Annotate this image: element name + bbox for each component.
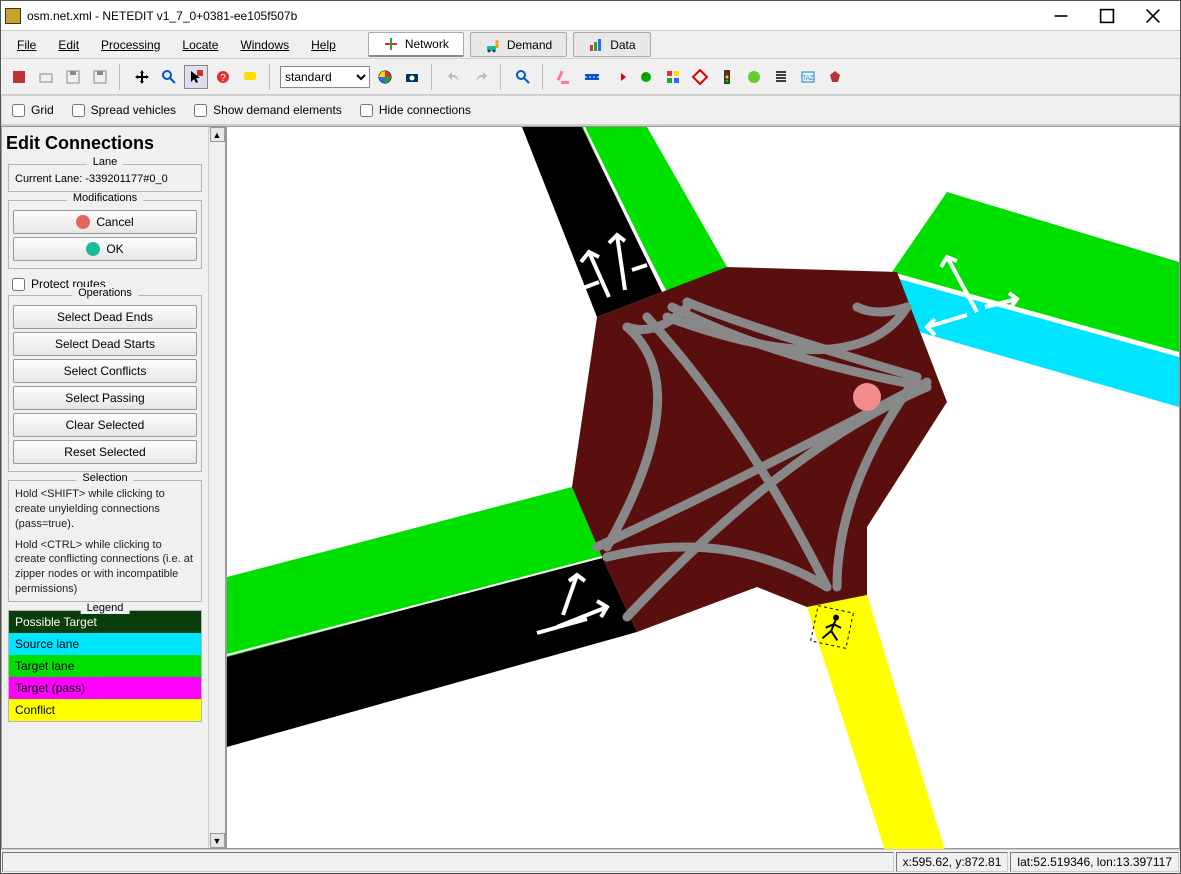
- move-mode-icon[interactable]: [130, 65, 154, 89]
- statusbar: x:595.62, y:872.81 lat:52.519346, lon:13…: [1, 849, 1180, 873]
- save-as-icon[interactable]: [88, 65, 112, 89]
- select-passing-button[interactable]: Select Passing: [13, 386, 197, 410]
- spread-vehicles-checkbox[interactable]: Spread vehicles: [72, 103, 176, 117]
- sidebar-scrollbar[interactable]: ▲ ▼: [208, 127, 225, 848]
- menu-edit[interactable]: Edit: [48, 34, 89, 56]
- open-network-icon[interactable]: [34, 65, 58, 89]
- legend-fieldset: Legend Possible Target Source lane Targe…: [8, 610, 202, 722]
- ok-button[interactable]: OK: [13, 237, 197, 261]
- scroll-down-icon[interactable]: ▼: [210, 833, 225, 848]
- legend-target-pass: Target (pass): [9, 677, 201, 699]
- tls-mode-icon[interactable]: [634, 65, 658, 89]
- undo-icon[interactable]: [442, 65, 466, 89]
- scroll-up-icon[interactable]: ▲: [210, 127, 225, 142]
- supermode-network[interactable]: Network: [368, 32, 464, 57]
- cancel-icon: [76, 215, 90, 229]
- menubar: File Edit Processing Locate Windows Help…: [1, 31, 1180, 59]
- menu-help[interactable]: Help: [301, 34, 346, 56]
- current-lane-label: Current Lane: -339201177#0_0: [13, 171, 197, 187]
- trafficlight-icon[interactable]: [715, 65, 739, 89]
- clear-selected-button[interactable]: Clear Selected: [13, 413, 197, 437]
- help-shift: Hold <SHIFT> while clicking to create un…: [13, 487, 197, 532]
- app-icon: [5, 8, 21, 24]
- network-canvas[interactable]: [226, 126, 1180, 849]
- supermode-data-label: Data: [610, 38, 635, 52]
- taz-mode-icon[interactable]: TAZ: [796, 65, 820, 89]
- cancel-button[interactable]: Cancel: [13, 210, 197, 234]
- supermode-demand[interactable]: Demand: [470, 32, 567, 57]
- lane-fieldset: Lane Current Lane: -339201177#0_0: [8, 164, 202, 192]
- prohibition-mode-icon[interactable]: [769, 65, 793, 89]
- ok-icon: [86, 242, 100, 256]
- modifications-fieldset: Modifications Cancel OK: [8, 200, 202, 269]
- additional-mode-icon[interactable]: [661, 65, 685, 89]
- minimize-button[interactable]: [1038, 1, 1084, 31]
- hide-connections-checkbox[interactable]: Hide connections: [360, 103, 471, 117]
- select-dead-starts-button[interactable]: Select Dead Starts: [13, 332, 197, 356]
- menu-windows[interactable]: Windows: [230, 34, 299, 56]
- redo-icon[interactable]: [469, 65, 493, 89]
- delete-mode-icon[interactable]: [553, 65, 577, 89]
- coloring-select[interactable]: standard: [280, 66, 370, 88]
- status-message: [2, 852, 894, 872]
- reset-selected-button[interactable]: Reset Selected: [13, 440, 197, 464]
- svg-text:?: ?: [220, 73, 226, 84]
- crossing-mode-icon[interactable]: [688, 65, 712, 89]
- sidebar: Edit Connections Lane Current Lane: -339…: [1, 126, 226, 849]
- close-button[interactable]: [1130, 1, 1176, 31]
- save-icon[interactable]: [61, 65, 85, 89]
- menu-processing[interactable]: Processing: [91, 34, 170, 56]
- toolbar: ? standard TAZ: [1, 59, 1180, 95]
- supermode-network-label: Network: [405, 37, 449, 51]
- legend-conflict: Conflict: [9, 699, 201, 721]
- polygon-mode-icon[interactable]: [823, 65, 847, 89]
- show-demand-checkbox[interactable]: Show demand elements: [194, 103, 342, 117]
- select-dead-ends-button[interactable]: Select Dead Ends: [13, 305, 197, 329]
- camera-icon[interactable]: [400, 65, 424, 89]
- legend-target-lane: Target lane: [9, 655, 201, 677]
- svg-text:TAZ: TAZ: [803, 76, 814, 82]
- help-mode-icon[interactable]: ?: [211, 65, 235, 89]
- grid-checkbox[interactable]: Grid: [12, 103, 54, 117]
- select-mode-icon[interactable]: [184, 65, 208, 89]
- color-wheel-icon[interactable]: [373, 65, 397, 89]
- edge-mode-icon[interactable]: [580, 65, 604, 89]
- titlebar: osm.net.xml - NETEDIT v1_7_0+0381-ee105f…: [1, 1, 1180, 31]
- connection-mode-icon[interactable]: [607, 65, 631, 89]
- supermode-demand-label: Demand: [507, 38, 552, 52]
- selection-fieldset: Selection Hold <SHIFT> while clicking to…: [8, 480, 202, 602]
- inspect-mode-icon[interactable]: [157, 65, 181, 89]
- menu-file[interactable]: File: [7, 34, 46, 56]
- legend-source-lane: Source lane: [9, 633, 201, 655]
- status-xy: x:595.62, y:872.81: [896, 852, 1009, 872]
- legend-possible-target: Possible Target: [9, 611, 201, 633]
- new-network-icon[interactable]: [7, 65, 31, 89]
- menu-locate[interactable]: Locate: [172, 34, 228, 56]
- maximize-button[interactable]: [1084, 1, 1130, 31]
- status-latlon: lat:52.519346, lon:13.397117: [1010, 852, 1179, 872]
- window-title: osm.net.xml - NETEDIT v1_7_0+0381-ee105f…: [27, 9, 1038, 23]
- options-bar: Grid Spread vehicles Show demand element…: [1, 95, 1180, 125]
- operations-fieldset: Operations Select Dead Ends Select Dead …: [8, 295, 202, 472]
- shape-mode-icon[interactable]: [742, 65, 766, 89]
- tooltip-mode-icon[interactable]: [238, 65, 262, 89]
- supermode-data[interactable]: Data: [573, 32, 650, 57]
- select-conflicts-button[interactable]: Select Conflicts: [13, 359, 197, 383]
- zoom-icon[interactable]: [511, 65, 535, 89]
- help-ctrl: Hold <CTRL> while clicking to create con…: [13, 538, 197, 597]
